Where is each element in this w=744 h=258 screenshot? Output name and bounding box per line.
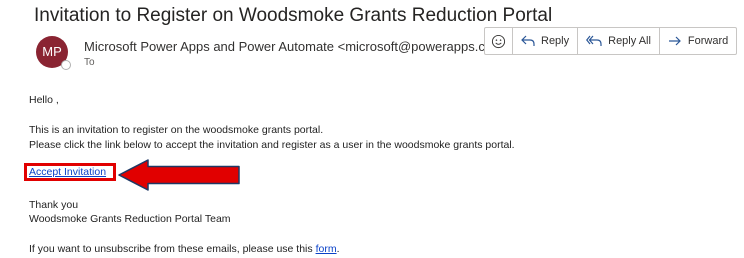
- thanks-text: Thank you: [29, 199, 79, 211]
- presence-status-icon: [61, 60, 71, 70]
- reply-label: Reply: [541, 35, 570, 47]
- unsubscribe-line: If you want to unsubscribe from these em…: [29, 243, 339, 255]
- reply-all-button[interactable]: Reply All: [577, 28, 659, 54]
- to-label: To: [84, 57, 95, 68]
- forward-arrow-icon: [668, 36, 681, 46]
- body-line-2: Please click the link below to accept th…: [29, 139, 515, 151]
- reply-all-label: Reply All: [608, 35, 651, 47]
- greeting-text: Hello ,: [29, 94, 59, 106]
- unsubscribe-form-link[interactable]: form: [316, 243, 337, 255]
- red-arrow-icon: [118, 159, 240, 191]
- reply-button[interactable]: Reply: [512, 28, 577, 54]
- body-line-1: This is an invitation to register on the…: [29, 124, 324, 136]
- accept-invitation-link[interactable]: Accept Invitation: [29, 166, 106, 178]
- reply-arrow-icon: [521, 35, 535, 46]
- forward-label: Forward: [687, 35, 729, 47]
- sender-name[interactable]: Microsoft Power Apps and Power Automate …: [84, 39, 511, 54]
- unsubscribe-period: .: [336, 243, 340, 255]
- message-toolbar: Reply Reply All Forward: [484, 27, 738, 55]
- team-signature: Woodsmoke Grants Reduction Portal Team: [29, 213, 231, 225]
- forward-button[interactable]: Forward: [658, 28, 736, 54]
- smiley-icon: [491, 34, 506, 48]
- email-subject: Invitation to Register on Woodsmoke Gran…: [34, 5, 553, 26]
- unsubscribe-text: If you want to unsubscribe from these em…: [29, 243, 316, 255]
- reply-all-arrow-icon: [586, 35, 602, 46]
- emoji-button[interactable]: [485, 28, 512, 54]
